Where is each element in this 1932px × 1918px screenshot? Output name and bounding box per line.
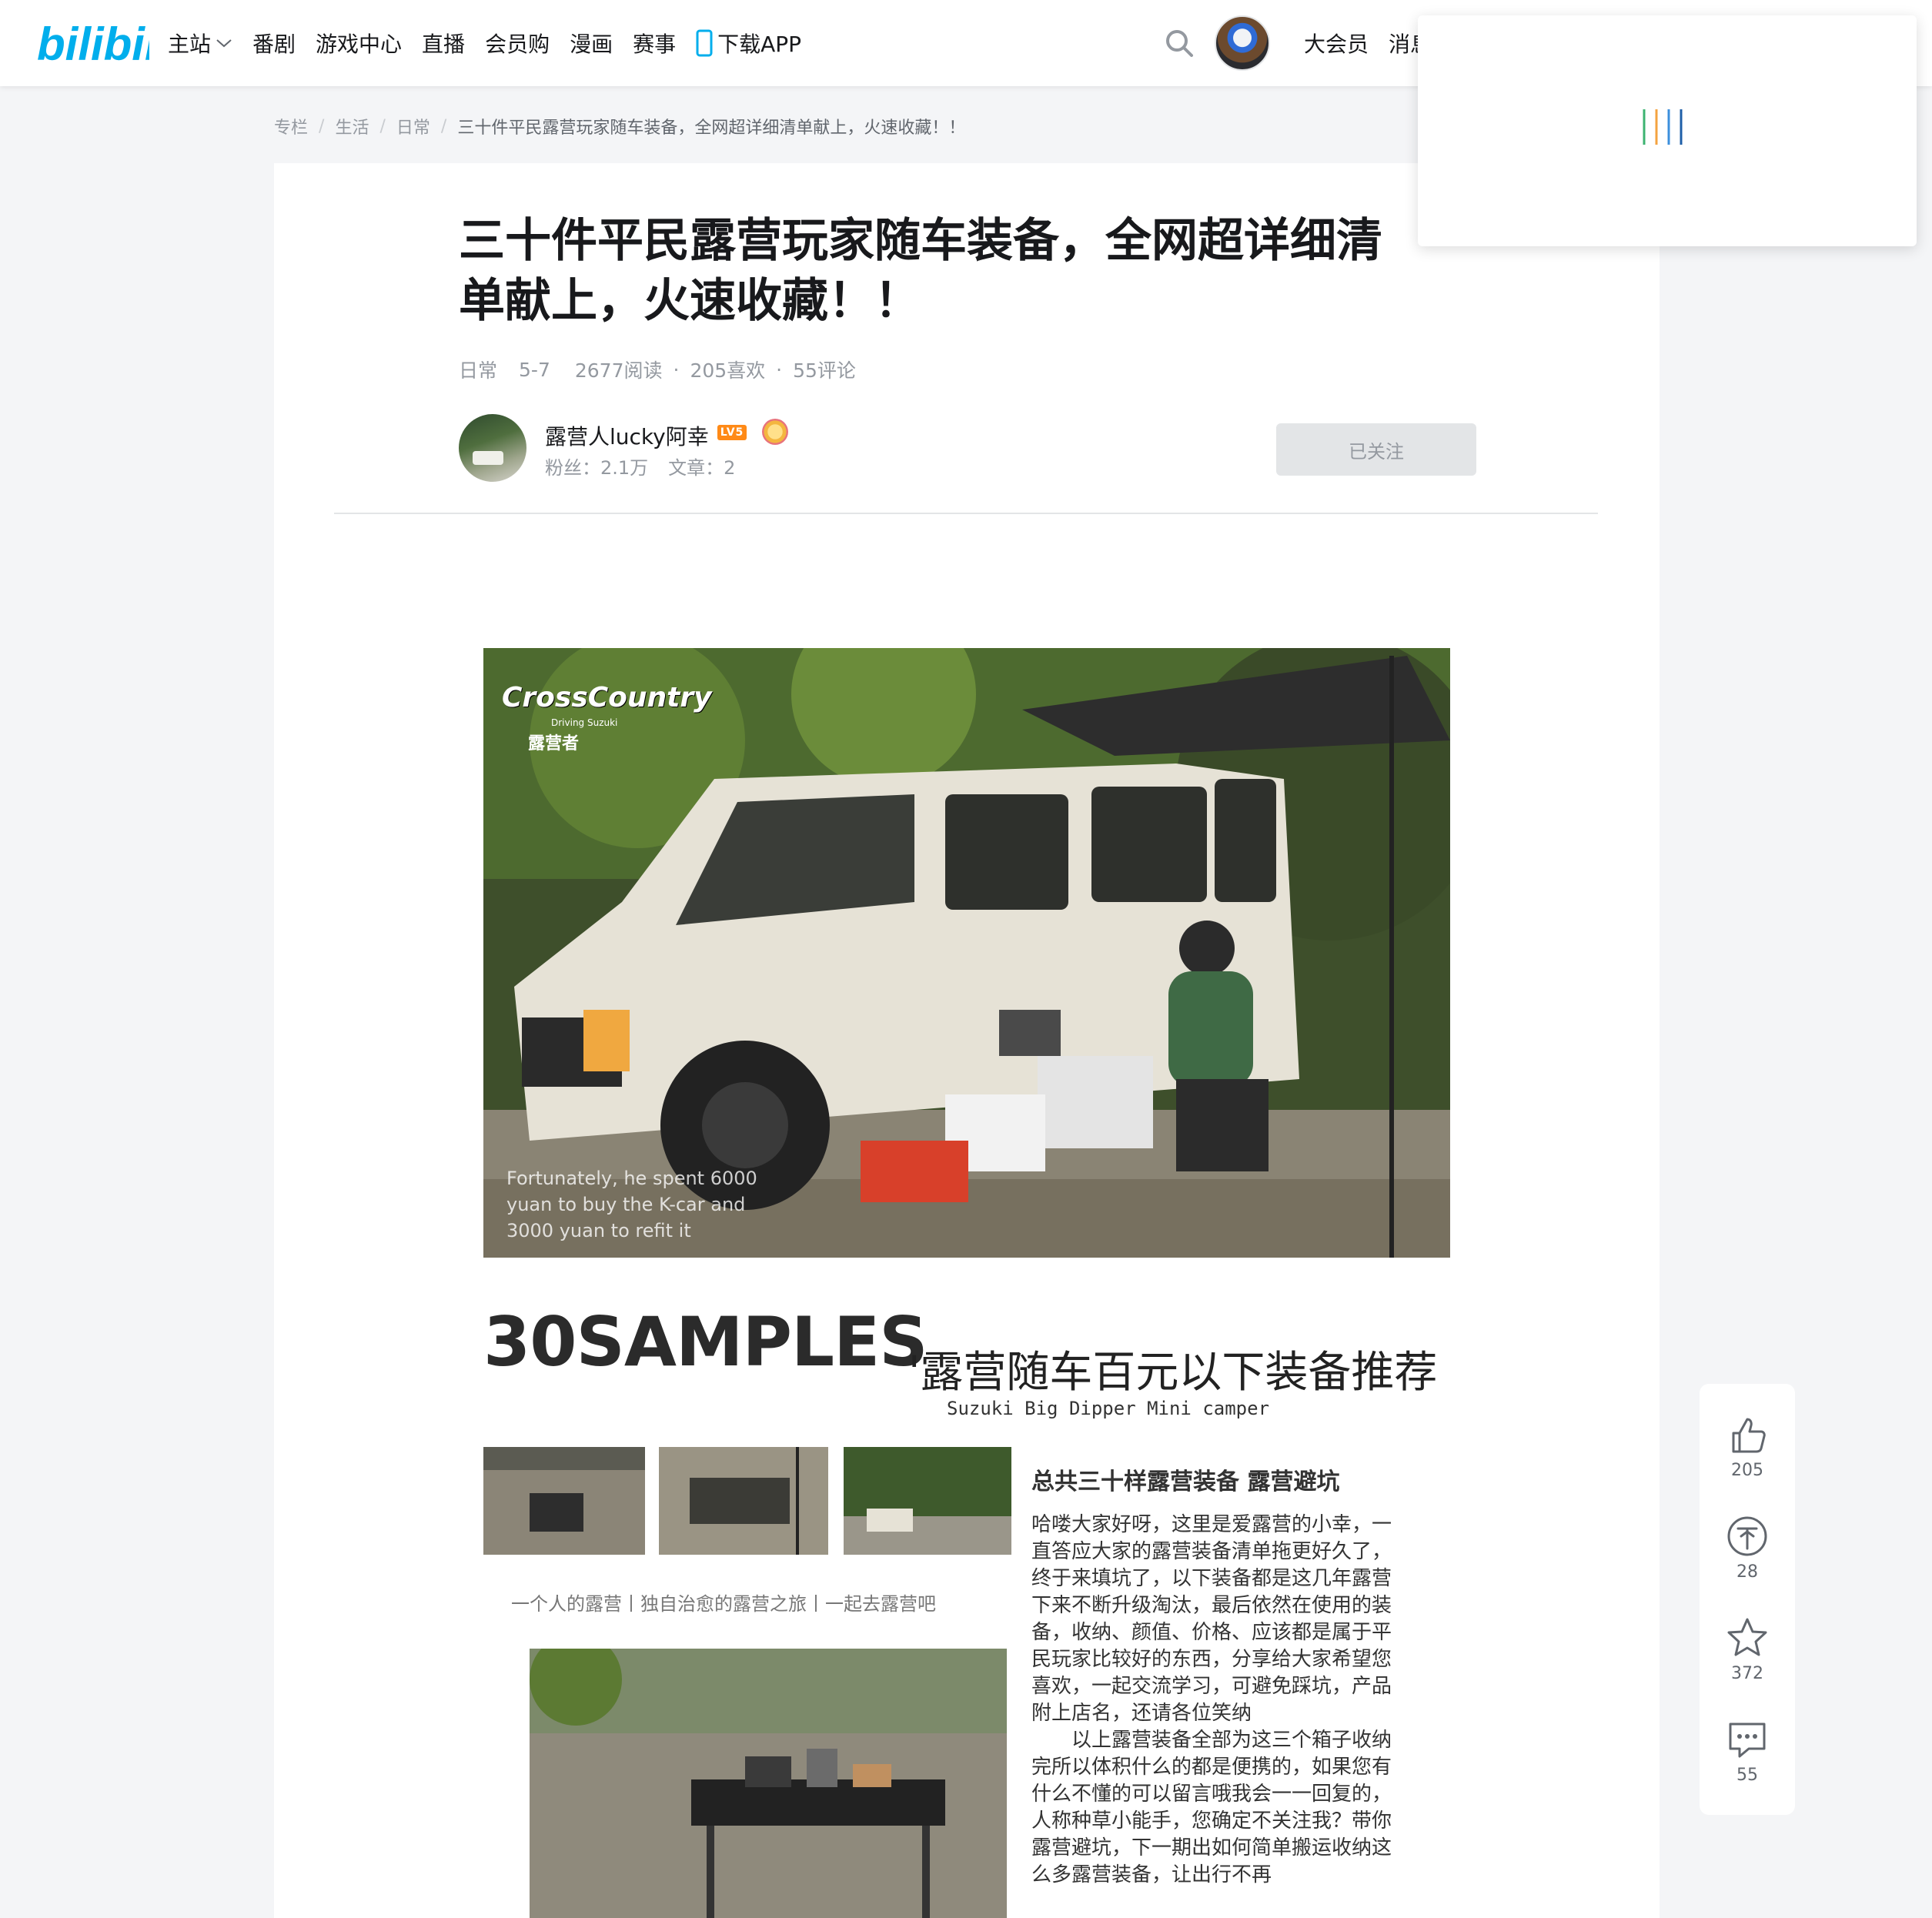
author-stats: 粉丝：2.1万 文章：2 (545, 453, 735, 480)
main-nav: 主站 番剧 游戏中心 直播 会员购 漫画 赛事 下载APP (168, 0, 821, 86)
crosscountry-sub: Driving Suzuki (551, 717, 618, 728)
nav-label: 直播 (422, 32, 466, 57)
article-card: 三十件平民露营玩家随车装备，全网超详细清单献上，火速收藏！！ 日常 5-7 26… (274, 163, 1660, 1918)
like-action-count: 205 (1731, 1461, 1763, 1480)
article-date: 5-7 (519, 358, 550, 381)
read-count: 2677阅读 (574, 359, 663, 382)
user-popup-card (1418, 15, 1917, 246)
nav-anime[interactable]: 番剧 (252, 28, 296, 58)
nav-label: 漫画 (570, 32, 613, 57)
nav-esports[interactable]: 赛事 (633, 28, 676, 58)
thumbnail-caption: 一个人的露营丨独自治愈的露营之旅丨一起去露营吧 (511, 1593, 936, 1615)
paragraph-1: 哈喽大家好呀，这里是爱露营的小幸，一直答应大家的露营装备清单拖更好久了，终于来填… (1031, 1513, 1392, 1725)
hero-image[interactable]: CrossCountry Driving Suzuki 露营者 Fortunat… (483, 648, 1450, 1258)
breadcrumb-column[interactable]: 专栏 (274, 114, 308, 139)
thumbnail-photo (844, 1447, 1011, 1555)
breadcrumb-separator: / (319, 116, 325, 136)
nav-download-app[interactable]: 下载APP (696, 28, 801, 58)
author-avatar[interactable] (459, 414, 526, 482)
nav-manga[interactable]: 漫画 (570, 28, 613, 58)
coin-icon (1727, 1516, 1767, 1556)
samples-cn-title: '露营随车百元以下装备推荐 (908, 1348, 1438, 1398)
like-button[interactable]: 205 (1700, 1413, 1795, 1480)
crosscountry-logo: CrossCountry (502, 682, 712, 713)
comment-button[interactable]: 55 (1700, 1718, 1795, 1785)
nav-label: 主站 (168, 32, 212, 57)
samples-en-subtitle: Suzuki Big Dipper Mini camper (947, 1398, 1270, 1419)
nav-label: 游戏中心 (316, 32, 403, 57)
medal-icon (762, 419, 788, 445)
search-icon[interactable] (1164, 28, 1195, 58)
vip-link[interactable]: 大会员 (1304, 28, 1369, 58)
comment-icon (1729, 1723, 1766, 1758)
thumbs-up-icon (1732, 1418, 1766, 1453)
nav-label: 番剧 (252, 32, 296, 57)
nav-game-center[interactable]: 游戏中心 (316, 28, 402, 58)
samples-side-title: 总共三十样露营装备 露营避坑 (1031, 1469, 1340, 1495)
breadcrumb: 专栏 / 生活 / 日常 / 三十件平民露营玩家随车装备，全网超详细清单献上，火… (274, 114, 965, 139)
coin-action-count: 28 (1736, 1562, 1758, 1582)
comment-action-count: 55 (1736, 1766, 1758, 1785)
author-fans: 粉丝：2.1万 (545, 457, 649, 479)
article-meta: 日常 5-7 2677阅读 · 205喜欢 · 55评论 (459, 356, 856, 383)
coin-button[interactable]: 28 (1700, 1515, 1795, 1582)
breadcrumb-daily[interactable]: 日常 (396, 114, 430, 139)
hero-overlay-text: Fortunately, he spent 6000 yuan to buy t… (506, 1168, 757, 1241)
nav-shop[interactable]: 会员购 (485, 28, 550, 58)
star-icon (1727, 1618, 1767, 1656)
nav-label: 下载APP (717, 32, 802, 57)
thumbnail-photo (659, 1447, 828, 1555)
table-gear-photo (530, 1649, 1007, 1918)
author-name[interactable]: 露营人lucky阿幸 (545, 420, 709, 451)
nav-live[interactable]: 直播 (422, 28, 465, 58)
bilibili-logo[interactable]: bilibili (37, 14, 149, 71)
thumbnail-3[interactable] (844, 1447, 1011, 1555)
meta-dot: · (776, 358, 783, 381)
samples-big-title: 30SAMPLES (483, 1302, 928, 1382)
gear-photo[interactable] (530, 1649, 1007, 1918)
samples-description: 哈喽大家好呀，这里是爱露营的小幸，一直答应大家的露营装备清单拖更好久了，终于来填… (1031, 1512, 1401, 1889)
phone-icon (696, 29, 713, 57)
thumbnail-photo (483, 1447, 645, 1555)
favorite-button[interactable]: 372 (1700, 1616, 1795, 1683)
article-title: 三十件平民露营玩家随车装备，全网超详细清单献上，火速收藏！！ (459, 214, 1382, 328)
paragraph-2: 以上露营装备全部为这三个箱子收纳完所以体积什么的都是便携的，如果您有什么不懂的可… (1031, 1729, 1392, 1886)
breadcrumb-separator: / (379, 116, 386, 136)
user-avatar[interactable] (1215, 15, 1270, 71)
nav-label: 会员购 (485, 32, 550, 57)
meta-dot: · (673, 358, 680, 381)
breadcrumb-separator: / (440, 116, 447, 136)
chevron-down-icon (216, 39, 232, 48)
favorite-action-count: 372 (1731, 1664, 1763, 1683)
divider (334, 513, 1598, 514)
nav-main-site[interactable]: 主站 (168, 28, 232, 58)
action-bar: 205 28 372 55 (1700, 1384, 1795, 1815)
nav-label: 赛事 (633, 32, 677, 57)
comment-count: 55评论 (793, 359, 856, 382)
author-articles: 文章：2 (668, 457, 736, 479)
follow-button[interactable]: 已关注 (1276, 423, 1476, 476)
samples-section: 30SAMPLES '露营随车百元以下装备推荐 Suzuki Big Dippe… (483, 1302, 1450, 1918)
breadcrumb-current: 三十件平民露营玩家随车装备，全网超详细清单献上，火速收藏！！ (457, 119, 966, 138)
loading-icon (1643, 109, 1683, 145)
breadcrumb-life[interactable]: 生活 (335, 114, 369, 139)
svg-text:bilibili: bilibili (37, 18, 149, 70)
thumbnail-1[interactable] (483, 1447, 645, 1555)
crosscountry-camp: 露营者 (528, 734, 580, 754)
like-count: 205喜欢 (690, 359, 766, 382)
article-category[interactable]: 日常 (459, 356, 497, 383)
level-badge: LV5 (717, 425, 747, 440)
thumbnail-2[interactable] (659, 1447, 828, 1555)
